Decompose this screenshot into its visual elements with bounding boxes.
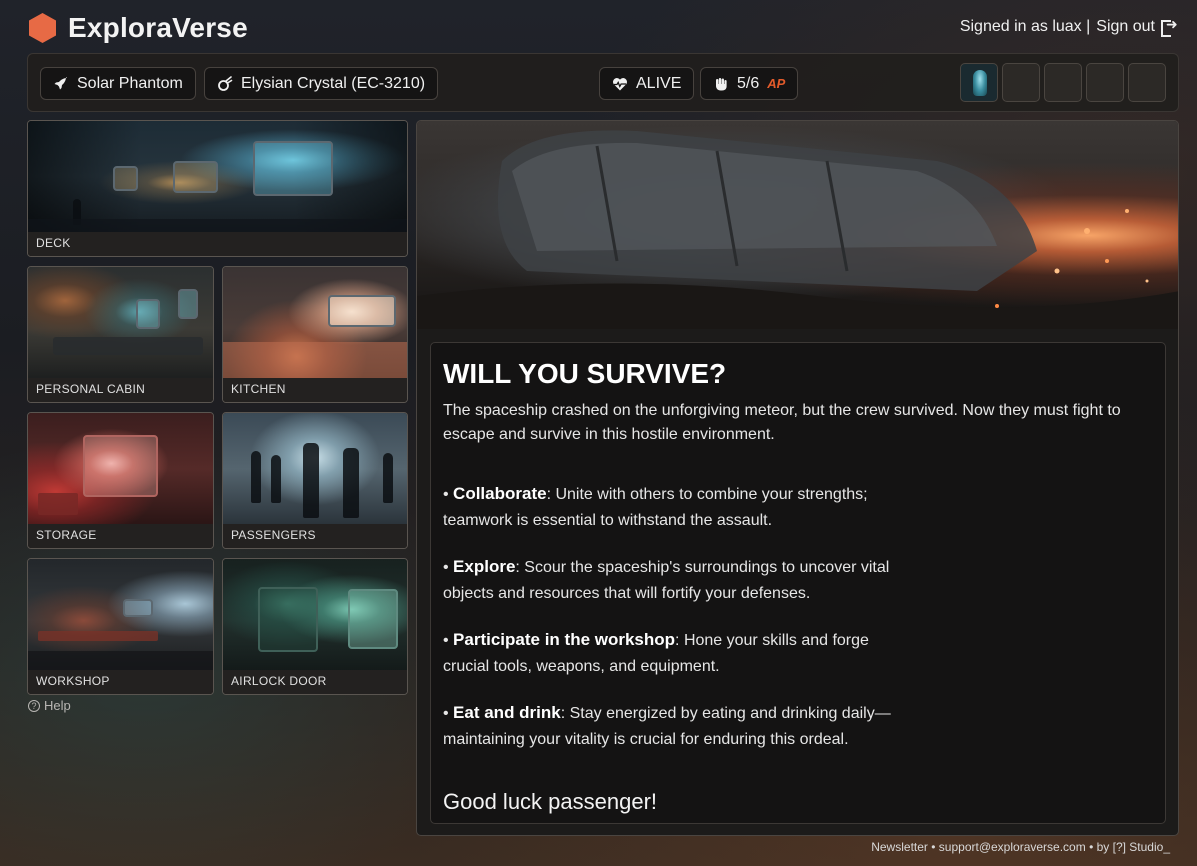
- room-workshop[interactable]: WORKSHOP: [27, 558, 214, 695]
- room-label: STORAGE: [36, 528, 97, 542]
- help-link[interactable]: ? Help: [28, 698, 71, 713]
- closing-message: Good luck passenger!: [443, 789, 658, 814]
- main-panel: WILL YOU SURVIVE? The spaceship crashed …: [416, 120, 1179, 836]
- rocket-icon: [54, 76, 67, 89]
- room-personal-cabin[interactable]: PERSONAL CABIN: [27, 266, 214, 403]
- intro-title: WILL YOU SURVIVE?: [443, 358, 727, 389]
- location-name: Elysian Crystal (EC-3210): [241, 74, 426, 92]
- inventory-slot[interactable]: [1002, 63, 1040, 102]
- fist-icon: [716, 77, 727, 90]
- bullet-collaborate: • Collaborate: Unite with others to comb…: [443, 484, 868, 529]
- health-status[interactable]: ALIVE: [599, 67, 695, 100]
- airlock-door-image: [223, 559, 407, 671]
- bullet-eat-drink: • Eat and drink: Stay energized by eatin…: [443, 703, 891, 748]
- location-button[interactable]: Elysian Crystal (EC-3210): [204, 67, 439, 100]
- ship-button[interactable]: Solar Phantom: [40, 67, 196, 100]
- meteor-icon: [218, 75, 233, 91]
- room-passengers[interactable]: PASSENGERS: [222, 412, 408, 549]
- room-label: AIRLOCK DOOR: [231, 674, 327, 688]
- room-storage[interactable]: STORAGE: [27, 412, 214, 549]
- room-label: KITCHEN: [231, 382, 286, 396]
- action-points-unit: AP: [767, 76, 786, 91]
- intro-description: The spaceship crashed on the unforgiving…: [443, 402, 1121, 443]
- question-circle-icon: ?: [28, 699, 40, 712]
- room-deck[interactable]: DECK: [27, 120, 408, 257]
- status-bar: Solar Phantom Elysian Crystal (EC-3210) …: [27, 53, 1179, 112]
- brand-logo[interactable]: ExploraVerse: [29, 12, 248, 44]
- crashed-spaceship-image: [417, 121, 1178, 329]
- action-points-value: 5/6: [737, 74, 760, 92]
- action-points[interactable]: 5/6 AP: [700, 67, 799, 100]
- character-avatar-icon: [973, 70, 987, 96]
- help-label: Help: [44, 698, 71, 713]
- kitchen-image: [223, 267, 407, 379]
- room-label: PASSENGERS: [231, 528, 316, 542]
- studio-credit-link[interactable]: by [?] Studio_: [1097, 840, 1170, 854]
- newsletter-link[interactable]: Newsletter: [871, 840, 928, 854]
- storage-image: [28, 413, 213, 525]
- deck-image: [28, 121, 407, 233]
- inventory-slot[interactable]: [1086, 63, 1124, 102]
- hexagon-logo-icon: [29, 13, 56, 43]
- intro-content: WILL YOU SURVIVE? The spaceship crashed …: [430, 342, 1166, 824]
- room-airlock-door[interactable]: AIRLOCK DOOR: [222, 558, 408, 695]
- inventory-slot[interactable]: [1128, 63, 1166, 102]
- heartbeat-icon: [613, 77, 627, 90]
- room-label: DECK: [36, 236, 71, 250]
- footer: Newsletter • support@exploraverse.com • …: [871, 840, 1170, 854]
- room-label: WORKSHOP: [36, 674, 110, 688]
- workshop-image: [28, 559, 213, 671]
- room-kitchen[interactable]: KITCHEN: [222, 266, 408, 403]
- sign-out-link[interactable]: Sign out: [1096, 18, 1155, 36]
- bullet-workshop: • Participate in the workshop: Hone your…: [443, 630, 869, 675]
- signed-in-label: Signed in as luax |: [959, 18, 1091, 35]
- health-value: ALIVE: [636, 74, 682, 92]
- personal-cabin-image: [28, 267, 213, 379]
- app-header: ExploraVerse Signed in as luax | Sign ou…: [0, 0, 1197, 54]
- sign-out-icon[interactable]: [1161, 16, 1179, 37]
- passengers-image: [223, 413, 407, 525]
- bullet-explore: • Explore: Scour the spaceship's surroun…: [443, 557, 890, 602]
- inventory-slot[interactable]: [1044, 63, 1082, 102]
- ship-name: Solar Phantom: [77, 74, 183, 92]
- support-email-link[interactable]: support@exploraverse.com: [939, 840, 1086, 854]
- inventory-slot-character[interactable]: [960, 63, 998, 102]
- brand-name: ExploraVerse: [68, 12, 248, 43]
- room-label: PERSONAL CABIN: [36, 382, 146, 396]
- account-area: Signed in as luax | Sign out: [959, 16, 1179, 37]
